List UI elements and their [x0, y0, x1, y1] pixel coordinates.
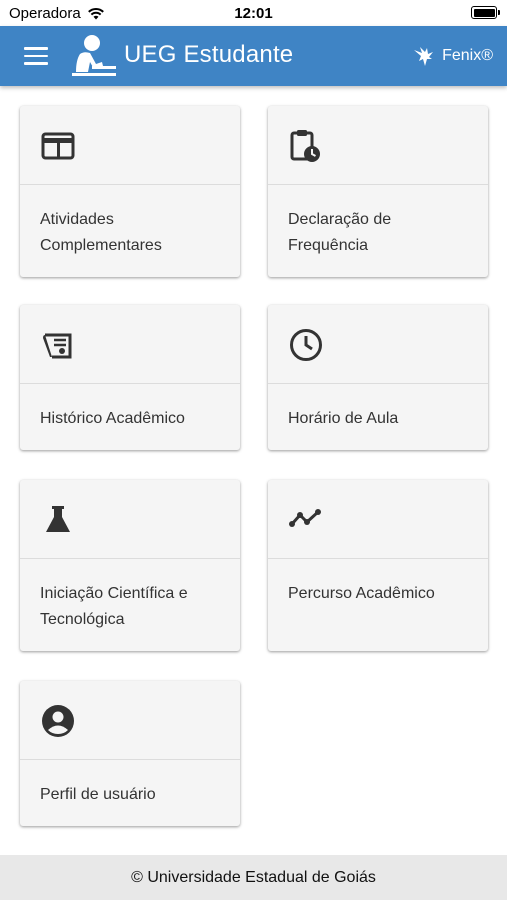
clock-icon	[290, 329, 322, 361]
footer: © Universidade Estadual de Goiás	[0, 855, 507, 900]
credit-card-icon	[41, 132, 75, 160]
timeline-icon	[289, 509, 321, 527]
phoenix-icon	[414, 47, 434, 66]
card-percurso-academico[interactable]: Percurso Acadêmico	[268, 480, 488, 651]
menu-icon-line	[24, 54, 48, 57]
card-icon-area	[20, 106, 240, 185]
diploma-icon	[43, 333, 72, 359]
menu-icon-line	[24, 47, 48, 50]
card-atividades-complementares[interactable]: Atividades Complementares	[20, 106, 240, 277]
card-label: Horário de Aula	[288, 410, 399, 427]
status-time: 12:01	[234, 5, 273, 22]
status-bar: Operadora 12:01	[0, 0, 507, 26]
card-iniciacao-cientifica[interactable]: Iniciação Científica e Tecnológica	[20, 480, 240, 651]
student-logo-icon	[72, 35, 116, 76]
card-declaracao-frequencia[interactable]: Declaração de Frequência	[268, 106, 488, 277]
card-label: Iniciação Científica e Tecnológica	[40, 585, 188, 628]
flask-icon	[46, 506, 70, 532]
card-icon-area	[20, 681, 240, 760]
card-label: Perfil de usuário	[40, 786, 156, 803]
card-icon-area	[20, 480, 240, 559]
card-icon-area	[268, 106, 488, 185]
card-icon-area	[20, 305, 240, 384]
card-historico-academico[interactable]: Histórico Acadêmico	[20, 305, 240, 450]
fenix-label: Fenix®	[442, 47, 493, 64]
menu-icon-line	[24, 62, 48, 65]
app-title: UEG Estudante	[124, 41, 294, 68]
fenix-brand[interactable]: Fenix®	[412, 44, 493, 68]
card-icon-area	[268, 480, 488, 559]
card-icon-area	[268, 305, 488, 384]
card-label: Percurso Acadêmico	[288, 585, 435, 602]
app-bar: UEG Estudante Fenix®	[0, 26, 507, 86]
menu-button[interactable]	[24, 47, 48, 65]
card-label: Histórico Acadêmico	[40, 410, 185, 427]
card-horario-aula[interactable]: Horário de Aula	[268, 305, 488, 450]
card-label: Declaração de Frequência	[288, 211, 392, 254]
clipboard-clock-icon	[290, 130, 320, 162]
account-circle-icon	[42, 705, 74, 737]
card-perfil-usuario[interactable]: Perfil de usuário	[20, 681, 240, 826]
battery-icon	[471, 6, 500, 19]
card-label: Atividades Complementares	[40, 211, 162, 254]
